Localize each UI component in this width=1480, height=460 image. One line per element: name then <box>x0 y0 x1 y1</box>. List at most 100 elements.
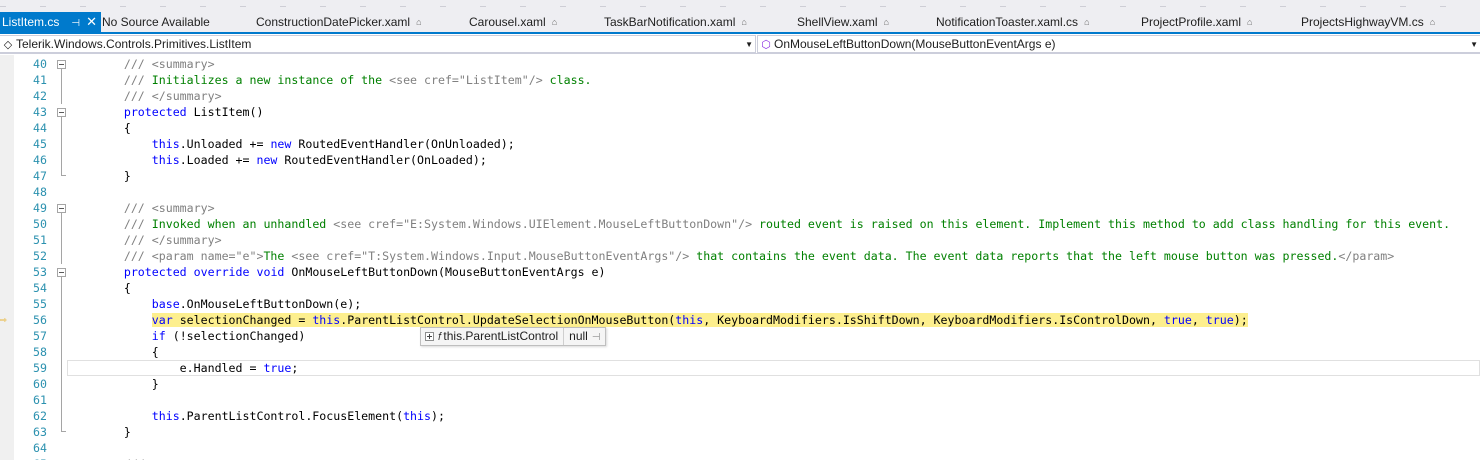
code-line[interactable]: 62 this.ParentListControl.FocusElement(t… <box>0 408 1480 424</box>
code-token: that contains the event data. The event … <box>689 249 1339 263</box>
line-number: 64 <box>33 441 47 455</box>
collapse-icon[interactable] <box>57 456 66 460</box>
code-line[interactable]: 54 { <box>0 280 1480 296</box>
debugger-datatip[interactable]: 𝑓 this.ParentListControl null ⊣ <box>420 327 606 346</box>
code-text[interactable]: { <box>68 280 131 296</box>
tab-shellview-xaml[interactable]: ShellView.xaml ⌂ <box>797 12 889 32</box>
tab-projectshighwayvm-cs[interactable]: ProjectsHighwayVM.cs ⌂ <box>1301 12 1435 32</box>
collapse-icon[interactable] <box>57 104 66 120</box>
code-text[interactable]: /// <param name="e">The <see cref="T:Sys… <box>68 248 1394 264</box>
code-line[interactable]: 41 /// Initializes a new instance of the… <box>0 72 1480 88</box>
code-token: .Unloaded += <box>179 137 271 151</box>
code-token: ; <box>291 361 299 375</box>
code-text[interactable]: this.ParentListControl.FocusElement(this… <box>68 408 445 424</box>
outline-guide <box>57 120 66 136</box>
code-text[interactable]: protected override void OnMouseLeftButto… <box>68 264 606 280</box>
code-line[interactable]: 45 this.Unloaded += new RoutedEventHandl… <box>0 136 1480 152</box>
code-line[interactable]: 61 <box>0 392 1480 408</box>
chevron-down-icon[interactable]: ▼ <box>1470 36 1478 52</box>
tab-listitem-cs[interactable]: ListItem.cs ⊣ ✕ <box>0 12 101 34</box>
tab-constructiondatepicker-xaml[interactable]: ConstructionDatePicker.xaml ⌂ <box>256 12 422 32</box>
code-editor[interactable]: 40 /// <summary> 41 /// Initializes a new… <box>0 55 1480 460</box>
tab-label: ProjectProfile.xaml <box>1141 15 1242 29</box>
code-token: } <box>68 425 131 439</box>
outline-guide <box>57 296 66 312</box>
code-line[interactable]: 65 /// <box>0 456 1480 460</box>
code-text[interactable]: if (!selectionChanged) <box>68 328 306 344</box>
code-line[interactable]: 49 /// <summary> <box>0 200 1480 216</box>
expand-icon[interactable] <box>425 332 434 341</box>
code-line[interactable]: 64 <box>0 440 1480 456</box>
code-text[interactable]: var selectionChanged = this.ParentListCo… <box>68 312 1248 328</box>
code-line[interactable]: ⇨ 56 var selectionChanged = this.ParentLi… <box>0 312 1480 328</box>
code-line[interactable]: 52 /// <param name="e">The <see cref="T:… <box>0 248 1480 264</box>
code-text[interactable]: } <box>68 376 159 392</box>
code-line[interactable]: 46 this.Loaded += new RoutedEventHandler… <box>0 152 1480 168</box>
type-dropdown[interactable]: ◇ Telerik.Windows.Controls.Primitives.Lis… <box>0 35 756 53</box>
code-line[interactable]: 42 /// </summary> <box>0 88 1480 104</box>
document-tab-strip: ListItem.cs ⊣ ✕ No Source Available Constr… <box>0 0 1480 34</box>
line-number: 52 <box>33 249 47 263</box>
outline-guide <box>57 152 66 168</box>
code-line[interactable]: 51 /// </summary> <box>0 232 1480 248</box>
code-text[interactable]: protected ListItem() <box>68 104 264 120</box>
code-text[interactable]: } <box>68 168 131 184</box>
code-text[interactable]: /// </summary> <box>68 232 222 248</box>
collapse-icon[interactable] <box>57 56 66 72</box>
code-line[interactable]: 47 } <box>0 168 1480 184</box>
tab-carousel-xaml[interactable]: Carousel.xaml ⌂ <box>469 12 557 32</box>
tab-no-source-available[interactable]: No Source Available <box>102 12 210 32</box>
code-token: .Loaded += <box>179 153 257 167</box>
code-text[interactable]: /// </summary> <box>68 88 222 104</box>
code-text[interactable]: e.Handled = true; <box>68 360 299 376</box>
code-line[interactable]: 59 e.Handled = true; <box>0 360 1480 376</box>
code-line[interactable]: 43 protected ListItem() <box>0 104 1480 120</box>
collapse-icon[interactable] <box>57 200 66 216</box>
pin-icon[interactable]: ⊣ <box>71 18 80 29</box>
code-line[interactable]: 44 { <box>0 120 1480 136</box>
code-line[interactable]: 40 /// <summary> <box>0 56 1480 72</box>
tab-taskbarnotification-xaml[interactable]: TaskBarNotification.xaml ⌂ <box>604 12 747 32</box>
datatip-separator <box>563 328 565 345</box>
property-wrench-icon: 𝑓 <box>438 331 442 343</box>
code-text[interactable]: /// <summary> <box>68 200 215 216</box>
code-text[interactable]: { <box>68 344 159 360</box>
code-line[interactable]: 60 } <box>0 376 1480 392</box>
code-text[interactable]: base.OnMouseLeftButtonDown(e); <box>68 296 361 312</box>
chevron-down-icon[interactable]: ▼ <box>745 36 753 52</box>
code-line[interactable]: 57 if (!selectionChanged) <box>0 328 1480 344</box>
tab-label: Carousel.xaml <box>469 15 546 29</box>
tab-projectprofile-xaml[interactable]: ProjectProfile.xaml ⌂ <box>1141 12 1252 32</box>
tab-label: NotificationToaster.xaml.cs <box>936 15 1079 29</box>
line-number: 59 <box>33 361 47 375</box>
code-line[interactable]: 53 protected override void OnMouseLeftBu… <box>0 264 1480 280</box>
code-line[interactable]: 58 { <box>0 344 1480 360</box>
close-icon[interactable]: ✕ <box>86 12 97 32</box>
code-line[interactable]: 48 <box>0 184 1480 200</box>
code-token: e.Handled = <box>68 361 264 375</box>
code-token: , <box>1191 313 1206 327</box>
code-text[interactable]: /// Invoked when an unhandled <see cref=… <box>68 216 1450 232</box>
code-token: } <box>68 377 159 391</box>
pin-icon[interactable]: ⊣ <box>592 332 601 343</box>
code-text[interactable]: /// <summary> <box>68 56 215 72</box>
code-text[interactable]: this.Unloaded += new RoutedEventHandler(… <box>68 136 515 152</box>
code-text[interactable]: /// Initializes a new instance of the <s… <box>68 72 592 88</box>
code-text[interactable]: /// <box>68 456 145 460</box>
code-line[interactable]: 55 base.OnMouseLeftButtonDown(e); <box>0 296 1480 312</box>
code-text[interactable]: { <box>68 120 131 136</box>
code-token: this <box>675 313 704 327</box>
line-number: 62 <box>33 409 47 423</box>
member-dropdown[interactable]: ⬡ OnMouseLeftButtonDown(MouseButtonEventA… <box>757 35 1480 53</box>
code-text[interactable]: this.Loaded += new RoutedEventHandler(On… <box>68 152 487 168</box>
code-token: this <box>151 137 180 151</box>
collapse-icon[interactable] <box>57 264 66 280</box>
code-line[interactable]: 63 } <box>0 424 1480 440</box>
code-line[interactable]: 50 /// Invoked when an unhandled <see cr… <box>0 216 1480 232</box>
datatip-value[interactable]: null <box>569 329 588 343</box>
line-number: 49 <box>33 201 47 215</box>
code-text[interactable]: } <box>68 424 131 440</box>
outline-guide <box>57 232 66 248</box>
tab-notificationtoaster-xaml-cs[interactable]: NotificationToaster.xaml.cs ⌂ <box>936 12 1090 32</box>
